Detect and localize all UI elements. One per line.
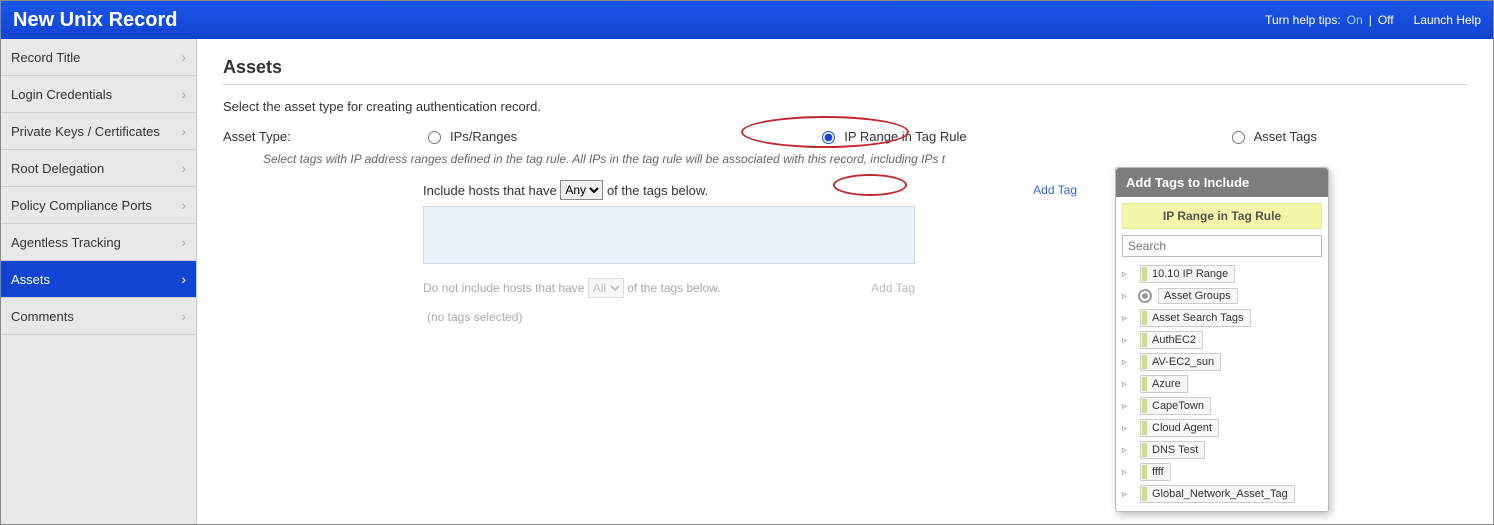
- radio-asset-tags[interactable]: Asset Tags: [1227, 128, 1317, 144]
- expand-icon[interactable]: ▹: [1122, 313, 1134, 324]
- radio-ips-ranges[interactable]: IPs/Ranges: [423, 128, 517, 144]
- expand-icon[interactable]: ▹: [1122, 467, 1134, 478]
- sidebar-item-comments[interactable]: Comments: [1, 298, 196, 335]
- popup-tag-item[interactable]: ▹Azure: [1122, 373, 1322, 395]
- sidebar-item-login-credentials[interactable]: Login Credentials: [1, 76, 196, 113]
- expand-icon[interactable]: ▹: [1122, 335, 1134, 346]
- main-panel: Assets Select the asset type for creatin…: [197, 39, 1493, 524]
- expand-icon[interactable]: ▹: [1122, 357, 1134, 368]
- exclude-prefix: Do not include hosts that have: [423, 281, 584, 295]
- help-tips-on[interactable]: On: [1347, 13, 1363, 27]
- popup-tag-item[interactable]: ▹ffff: [1122, 461, 1322, 483]
- chevron-right-icon: [181, 160, 186, 176]
- sidebar-item-agentless-tracking[interactable]: Agentless Tracking: [1, 224, 196, 261]
- popup-tag-item[interactable]: ▹10.10 IP Range: [1122, 263, 1322, 285]
- sidebar-item-root-delegation[interactable]: Root Delegation: [1, 150, 196, 187]
- sidebar-item-policy-compliance[interactable]: Policy Compliance Ports: [1, 187, 196, 224]
- chevron-right-icon: [181, 234, 186, 250]
- radio-ip-range-tag-rule[interactable]: IP Range in Tag Rule: [817, 128, 966, 144]
- expand-icon[interactable]: ▹: [1122, 445, 1134, 456]
- expand-icon[interactable]: ▹: [1122, 379, 1134, 390]
- no-tags-selected: (no tags selected): [423, 298, 915, 336]
- add-tag-link[interactable]: Add Tag: [1033, 183, 1077, 197]
- popup-search-input[interactable]: [1122, 235, 1322, 257]
- expand-icon[interactable]: ▹: [1122, 401, 1134, 412]
- popup-title: Add Tags to Include: [1116, 168, 1328, 197]
- launch-help-link[interactable]: Launch Help: [1414, 13, 1481, 27]
- chevron-right-icon: [181, 271, 186, 287]
- help-tips-off[interactable]: Off: [1378, 13, 1394, 27]
- page-heading: Assets: [223, 57, 1467, 78]
- popup-tag-item[interactable]: ▹DNS Test: [1122, 439, 1322, 461]
- page-subtitle: Select the asset type for creating authe…: [223, 99, 1467, 114]
- title-bar: New Unix Record Turn help tips: On | Off…: [1, 1, 1493, 39]
- popup-subtitle: IP Range in Tag Rule: [1122, 203, 1322, 229]
- asset-type-hint: Select tags with IP address ranges defin…: [263, 152, 1467, 166]
- include-prefix: Include hosts that have: [423, 183, 557, 198]
- asset-type-label: Asset Type:: [223, 129, 423, 144]
- popup-tag-item[interactable]: ▹Asset Groups: [1122, 285, 1322, 307]
- radio-asset-tags-input[interactable]: [1232, 131, 1245, 144]
- sidebar: Record Title Login Credentials Private K…: [1, 39, 197, 524]
- radio-ip-range-tag-rule-input[interactable]: [822, 131, 835, 144]
- sidebar-item-private-keys[interactable]: Private Keys / Certificates: [1, 113, 196, 150]
- popup-tag-item[interactable]: ▹Global_Network_Asset_Tag: [1122, 483, 1322, 505]
- expand-icon[interactable]: ▹: [1122, 291, 1134, 302]
- popup-tag-item[interactable]: ▹Asset Search Tags: [1122, 307, 1322, 329]
- included-tags-box[interactable]: [423, 206, 915, 264]
- include-suffix: of the tags below.: [607, 183, 708, 198]
- add-tags-popup: Add Tags to Include IP Range in Tag Rule…: [1115, 167, 1329, 512]
- popup-tag-item[interactable]: ▹AV-EC2_sun: [1122, 351, 1322, 373]
- window-title: New Unix Record: [13, 9, 177, 32]
- exclude-add-tag-link: Add Tag: [871, 281, 915, 295]
- exclude-suffix: of the tags below.: [627, 281, 720, 295]
- chevron-right-icon: [181, 86, 186, 102]
- sidebar-item-assets[interactable]: Assets: [1, 261, 196, 298]
- popup-tag-item[interactable]: ▹AuthEC2: [1122, 329, 1322, 351]
- exclude-match-select: All: [588, 278, 624, 298]
- expand-icon[interactable]: ▹: [1122, 489, 1134, 500]
- popup-tag-list[interactable]: ▹10.10 IP Range ▹Asset Groups ▹Asset Sea…: [1116, 263, 1328, 511]
- expand-icon[interactable]: ▹: [1122, 269, 1134, 280]
- chevron-right-icon: [181, 49, 186, 65]
- chevron-right-icon: [181, 123, 186, 139]
- popup-tag-item[interactable]: ▹CapeTown: [1122, 395, 1322, 417]
- chevron-right-icon: [181, 197, 186, 213]
- chevron-right-icon: [181, 308, 186, 324]
- expand-icon[interactable]: ▹: [1122, 423, 1134, 434]
- radio-ips-ranges-input[interactable]: [428, 131, 441, 144]
- help-tips-label: Turn help tips:: [1265, 13, 1341, 27]
- target-icon: [1138, 289, 1152, 303]
- sidebar-item-record-title[interactable]: Record Title: [1, 39, 196, 76]
- include-match-select[interactable]: Any: [560, 180, 603, 200]
- popup-tag-item[interactable]: ▹Cloud Agent: [1122, 417, 1322, 439]
